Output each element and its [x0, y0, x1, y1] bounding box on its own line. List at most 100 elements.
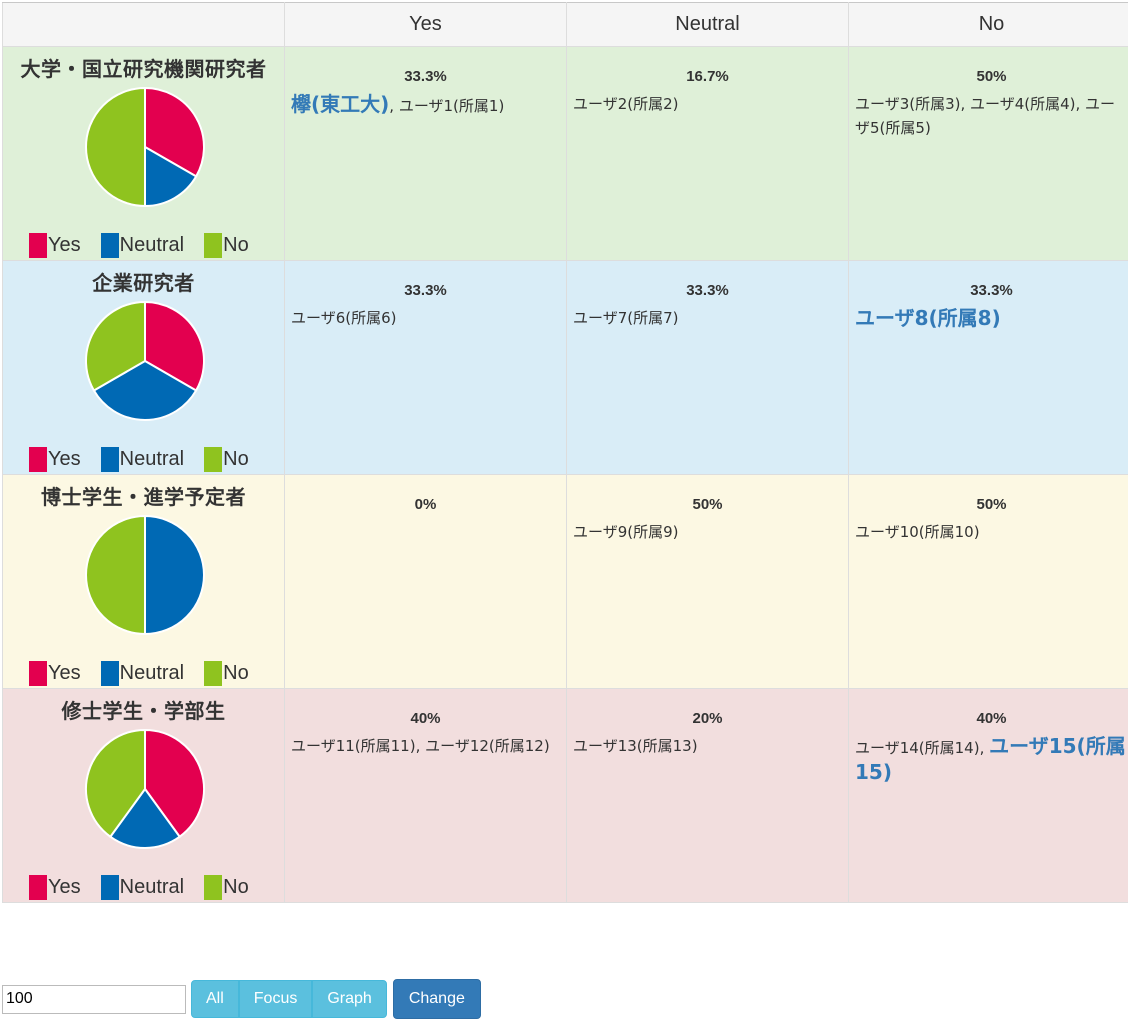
yes-cell: 40% ユーザ11(所属11), ユーザ12(所属12) — [284, 688, 567, 903]
neutral-cell: 16.7% ユーザ2(所属2) — [566, 46, 849, 261]
legend-item-no: No — [204, 233, 249, 258]
legend: Yes Neutral No — [29, 233, 269, 258]
legend-swatch-no — [204, 233, 223, 258]
legend-item-neutral: Neutral — [100, 233, 185, 258]
user-list: ユーザ14(所属14), — [855, 739, 990, 757]
user-list: ユーザ9(所属9) — [573, 523, 679, 541]
legend-label-neutral: Neutral — [119, 448, 185, 470]
legend-item-yes: Yes — [29, 447, 81, 472]
neutral-cell: 20% ユーザ13(所属13) — [566, 688, 849, 903]
neutral-percentage: 50% — [692, 496, 723, 513]
legend-swatch-neutral — [100, 233, 119, 258]
legend-item-no: No — [204, 661, 249, 686]
neutral-users: ユーザ7(所属7) — [567, 302, 848, 330]
category-cell: 修士学生・学部生 Yes Neutral No — [2, 688, 285, 903]
neutral-users: ユーザ9(所属9) — [567, 516, 848, 544]
legend-swatch-neutral — [100, 661, 119, 686]
legend-label-neutral: Neutral — [119, 876, 185, 898]
legend-swatch-no — [204, 447, 223, 472]
no-users: ユーザ8(所属8) — [849, 302, 1128, 332]
highlighted-user-link[interactable]: 欅(東工大) — [291, 92, 389, 116]
category-cell: 大学・国立研究機関研究者 Yes Neutral No — [2, 46, 285, 261]
pie-chart — [85, 86, 205, 208]
legend-label-no: No — [223, 234, 249, 256]
neutral-users: ユーザ13(所属13) — [567, 730, 848, 758]
yes-users: ユーザ11(所属11), ユーザ12(所属12) — [285, 730, 566, 758]
highlighted-user-link[interactable]: ユーザ8(所属8) — [855, 306, 1001, 330]
yes-percentage: 0% — [414, 496, 437, 513]
legend-label-no: No — [223, 448, 249, 470]
legend-label-yes: Yes — [48, 234, 81, 256]
category-cell: 博士学生・進学予定者 Yes Neutral No — [2, 474, 285, 689]
focus-button[interactable]: Focus — [238, 980, 313, 1018]
category-title: 修士学生・学部生 — [61, 699, 226, 723]
pie-slice-no — [85, 86, 146, 208]
legend-swatch-neutral — [100, 875, 119, 900]
legend-item-yes: Yes — [29, 233, 81, 258]
yes-percentage: 40% — [410, 710, 441, 727]
pie-chart — [85, 300, 205, 421]
legend: Yes Neutral No — [29, 447, 269, 472]
graph-button[interactable]: Graph — [312, 980, 387, 1018]
legend-label-yes: Yes — [48, 876, 81, 898]
yes-percentage: 33.3% — [404, 282, 447, 299]
legend-swatch-yes — [29, 661, 47, 686]
change-button[interactable]: Change — [392, 979, 481, 1019]
legend-swatch-no — [204, 875, 223, 900]
table-row: 博士学生・進学予定者 Yes Neutral No 0% 50% ユーザ9(所属… — [2, 474, 1128, 689]
category-title: 企業研究者 — [92, 271, 195, 295]
legend-item-yes: Yes — [29, 661, 81, 686]
yes-users: ユーザ6(所属6) — [285, 302, 566, 330]
no-percentage: 50% — [976, 496, 1007, 513]
table-row: 修士学生・学部生 Yes Neutral No 40% ユーザ11(所属11),… — [2, 688, 1128, 903]
all-button[interactable]: All — [191, 980, 239, 1018]
yes-users: 欅(東工大), ユーザ1(所属1) — [285, 88, 566, 118]
header-no: No — [848, 2, 1128, 47]
user-list: ユーザ6(所属6) — [291, 309, 397, 327]
legend-label-no: No — [223, 876, 249, 898]
pie-slice-no — [85, 514, 146, 636]
legend-swatch-yes — [29, 233, 47, 258]
count-input[interactable] — [2, 984, 186, 1014]
legend-label-neutral: Neutral — [119, 662, 185, 684]
category-title: 博士学生・進学予定者 — [41, 485, 246, 509]
no-cell: 33.3% ユーザ8(所属8) — [848, 260, 1128, 475]
no-cell: 40% ユーザ14(所属14), ユーザ15(所属15) — [848, 688, 1128, 903]
header-yes: Yes — [284, 2, 567, 47]
category-title: 大学・国立研究機関研究者 — [20, 57, 267, 81]
neutral-cell: 50% ユーザ9(所属9) — [566, 474, 849, 689]
no-percentage: 33.3% — [970, 282, 1013, 299]
pie-chart — [85, 514, 205, 636]
user-list: ユーザ2(所属2) — [573, 95, 679, 113]
table-row: 大学・国立研究機関研究者 Yes Neutral No 33.3% 欅(東工大)… — [2, 46, 1128, 261]
user-list: , ユーザ1(所属1) — [389, 97, 505, 115]
controls-bar: All Focus Graph Change — [2, 979, 481, 1019]
legend-label-no: No — [223, 662, 249, 684]
legend: Yes Neutral No — [29, 661, 269, 686]
user-list: ユーザ13(所属13) — [573, 737, 698, 755]
yes-cell: 33.3% ユーザ6(所属6) — [284, 260, 567, 475]
legend-swatch-yes — [29, 447, 47, 472]
legend-item-no: No — [204, 875, 249, 900]
pie-chart — [85, 728, 205, 849]
user-list: ユーザ11(所属11), ユーザ12(所属12) — [291, 737, 550, 755]
legend-label-neutral: Neutral — [119, 234, 185, 256]
view-button-group: All Focus Graph — [191, 980, 387, 1018]
legend-swatch-yes — [29, 875, 47, 900]
user-list: ユーザ7(所属7) — [573, 309, 679, 327]
yes-cell: 0% — [284, 474, 567, 689]
no-percentage: 50% — [976, 68, 1007, 85]
neutral-users: ユーザ2(所属2) — [567, 88, 848, 116]
table-row: 企業研究者 Yes Neutral No 33.3% ユーザ6(所属6) 33.… — [2, 260, 1128, 475]
no-users: ユーザ3(所属3), ユーザ4(所属4), ユーザ5(所属5) — [849, 88, 1128, 140]
legend-item-neutral: Neutral — [100, 447, 185, 472]
survey-table: Yes Neutral No 大学・国立研究機関研究者 Yes Neutral … — [2, 2, 1128, 903]
neutral-percentage: 20% — [692, 710, 723, 727]
neutral-percentage: 16.7% — [686, 68, 729, 85]
header-row: Yes Neutral No — [2, 2, 1128, 47]
legend-item-yes: Yes — [29, 875, 81, 900]
legend-item-neutral: Neutral — [100, 875, 185, 900]
no-cell: 50% ユーザ3(所属3), ユーザ4(所属4), ユーザ5(所属5) — [848, 46, 1128, 261]
yes-percentage: 33.3% — [404, 68, 447, 85]
neutral-cell: 33.3% ユーザ7(所属7) — [566, 260, 849, 475]
